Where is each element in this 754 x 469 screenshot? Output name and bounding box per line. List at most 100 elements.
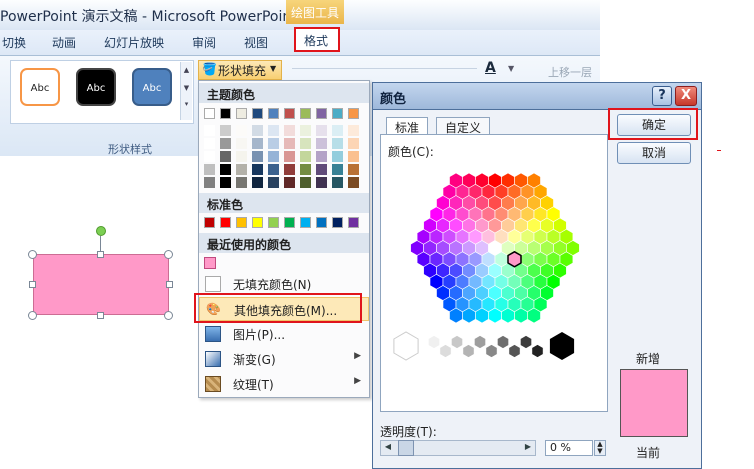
theme-color-shade-swatch[interactable] <box>348 125 359 136</box>
theme-color-shade-swatch[interactable] <box>332 138 343 149</box>
theme-color-shade-swatch[interactable] <box>300 164 311 175</box>
resize-handle-top-right[interactable] <box>164 250 173 259</box>
theme-color-shade-swatch[interactable] <box>236 164 247 175</box>
menu-item-picture[interactable]: 图片(P)... <box>199 322 369 346</box>
theme-color-swatch[interactable] <box>204 108 215 119</box>
resize-handle-top-left[interactable] <box>28 250 37 259</box>
theme-color-shade-swatch[interactable] <box>284 164 295 175</box>
tab-animations[interactable]: 动画 <box>52 34 76 51</box>
theme-color-swatch[interactable] <box>268 108 279 119</box>
theme-color-shade-swatch[interactable] <box>268 151 279 162</box>
gray-hex-cell[interactable] <box>462 344 475 358</box>
theme-color-swatch[interactable] <box>348 108 359 119</box>
theme-color-shade-swatch[interactable] <box>316 177 327 188</box>
tab-format[interactable]: 格式 <box>304 32 328 49</box>
theme-color-shade-swatch[interactable] <box>316 138 327 149</box>
menu-item-texture[interactable]: 纹理(T) ▶ <box>199 372 369 396</box>
standard-color-swatch[interactable] <box>332 217 343 228</box>
close-button[interactable]: X <box>675 86 697 106</box>
theme-color-shade-swatch[interactable] <box>220 138 231 149</box>
standard-color-swatch[interactable] <box>316 217 327 228</box>
theme-color-shade-swatch[interactable] <box>268 125 279 136</box>
theme-color-shade-swatch[interactable] <box>332 177 343 188</box>
resize-handle-bottom-right[interactable] <box>164 311 173 320</box>
rotation-handle[interactable] <box>96 226 106 236</box>
theme-color-shade-swatch[interactable] <box>204 177 215 188</box>
menu-item-gradient[interactable]: 渐变(G) ▶ <box>199 347 369 371</box>
theme-color-shade-swatch[interactable] <box>236 138 247 149</box>
theme-color-shade-swatch[interactable] <box>220 164 231 175</box>
theme-color-shade-swatch[interactable] <box>348 151 359 162</box>
standard-color-swatch[interactable] <box>268 217 279 228</box>
gray-hex-cell[interactable] <box>497 335 509 349</box>
theme-color-swatch[interactable] <box>332 108 343 119</box>
theme-color-shade-swatch[interactable] <box>300 177 311 188</box>
gray-hex-cell[interactable] <box>451 335 463 349</box>
cancel-button[interactable]: 取消 <box>617 142 691 164</box>
gray-hex-cell[interactable] <box>520 335 532 349</box>
theme-color-shade-swatch[interactable] <box>204 138 215 149</box>
font-color-icon[interactable]: A <box>485 60 496 76</box>
tab-transitions[interactable]: 切换 <box>2 34 26 51</box>
standard-color-swatch[interactable] <box>348 217 359 228</box>
theme-color-shade-swatch[interactable] <box>220 125 231 136</box>
theme-color-shade-swatch[interactable] <box>332 125 343 136</box>
theme-color-shade-swatch[interactable] <box>348 164 359 175</box>
standard-color-swatch[interactable] <box>204 217 215 228</box>
theme-color-shade-swatch[interactable] <box>252 164 263 175</box>
bring-forward-button[interactable]: 上移一层 <box>548 64 592 80</box>
theme-color-shade-swatch[interactable] <box>284 151 295 162</box>
theme-color-shade-swatch[interactable] <box>236 125 247 136</box>
theme-color-shade-swatch[interactable] <box>348 177 359 188</box>
theme-color-shade-swatch[interactable] <box>300 138 311 149</box>
theme-color-swatch[interactable] <box>252 108 263 119</box>
standard-color-swatch[interactable] <box>236 217 247 228</box>
theme-color-swatch[interactable] <box>284 108 295 119</box>
theme-color-shade-swatch[interactable] <box>332 164 343 175</box>
theme-color-shade-swatch[interactable] <box>300 151 311 162</box>
theme-color-shade-swatch[interactable] <box>268 164 279 175</box>
tab-custom[interactable]: 自定义 <box>436 117 491 135</box>
standard-color-swatch[interactable] <box>252 217 263 228</box>
theme-color-shade-swatch[interactable] <box>268 177 279 188</box>
black-hex-cell[interactable] <box>549 332 575 360</box>
chevron-down-icon[interactable]: ▼ <box>508 64 514 73</box>
shape-style-orange-outline[interactable]: Abc <box>20 68 60 106</box>
recent-color-swatch[interactable] <box>204 257 216 269</box>
theme-color-shade-swatch[interactable] <box>252 151 263 162</box>
gray-hex-cell[interactable] <box>485 344 498 358</box>
theme-color-shade-swatch[interactable] <box>204 151 215 162</box>
resize-handle-bottom-left[interactable] <box>28 311 37 320</box>
resize-handle-bottom[interactable] <box>97 312 104 319</box>
theme-color-shade-swatch[interactable] <box>236 177 247 188</box>
theme-color-shade-swatch[interactable] <box>284 138 295 149</box>
selected-rectangle-shape[interactable] <box>33 254 169 315</box>
color-honeycomb[interactable] <box>390 158 600 368</box>
theme-color-shade-swatch[interactable] <box>300 125 311 136</box>
theme-color-shade-swatch[interactable] <box>236 151 247 162</box>
theme-color-shade-swatch[interactable] <box>220 177 231 188</box>
gray-hex-cell[interactable] <box>508 344 521 358</box>
theme-color-shade-swatch[interactable] <box>316 151 327 162</box>
theme-color-swatch[interactable] <box>316 108 327 119</box>
theme-color-shade-swatch[interactable] <box>220 151 231 162</box>
selected-color-hex[interactable] <box>507 250 522 268</box>
transparency-spinner[interactable]: ▲ ▼ <box>594 440 606 456</box>
gray-hex-cell[interactable] <box>474 335 486 349</box>
slider-thumb[interactable] <box>398 440 414 456</box>
theme-color-shade-swatch[interactable] <box>204 164 215 175</box>
theme-color-shade-swatch[interactable] <box>316 164 327 175</box>
help-button[interactable]: ? <box>652 86 672 106</box>
tab-view[interactable]: 视图 <box>244 34 268 51</box>
resize-handle-top[interactable] <box>97 251 104 258</box>
theme-color-shade-swatch[interactable] <box>284 125 295 136</box>
slider-right-arrow-icon[interactable]: ▶ <box>520 440 536 456</box>
theme-color-shade-swatch[interactable] <box>284 177 295 188</box>
gray-hex-cell[interactable] <box>428 335 440 349</box>
gray-hex-cell[interactable] <box>439 344 452 358</box>
theme-color-swatch[interactable] <box>300 108 311 119</box>
standard-color-swatch[interactable] <box>300 217 311 228</box>
tab-review[interactable]: 审阅 <box>192 34 216 51</box>
tab-slideshow[interactable]: 幻灯片放映 <box>104 34 164 51</box>
resize-handle-right[interactable] <box>166 281 173 288</box>
